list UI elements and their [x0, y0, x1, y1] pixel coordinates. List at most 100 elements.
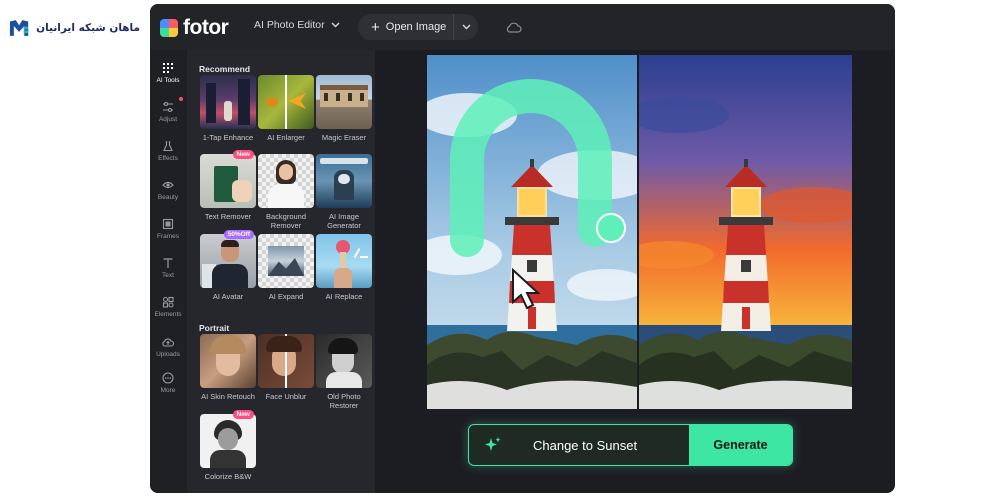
tile-label: Colorize B&W [204, 472, 252, 481]
editor-mode-dropdown[interactable]: AI Photo Editor [254, 19, 340, 31]
tool-tile-ai-replace[interactable]: AI Replace [316, 234, 372, 301]
tool-tile-ai-image-generator[interactable]: AI Image Generator [316, 154, 372, 230]
tile-label: Magic Eraser [321, 133, 367, 142]
tile-thumbnail [258, 234, 314, 288]
after-image [639, 55, 852, 409]
tool-tile-ai-enlarger[interactable]: AI Enlarger [258, 75, 314, 142]
tile-label: Background Remover [265, 212, 307, 230]
tile-thumbnail [316, 75, 372, 129]
frame-icon [162, 218, 174, 230]
tool-tile-colorize-bw[interactable]: New Colorize B&W [200, 410, 256, 481]
image-canvas[interactable] [427, 55, 852, 409]
rail-item-elements[interactable]: Elements [150, 288, 186, 326]
tool-tile-face-unblur[interactable]: Face Unblur [258, 334, 314, 401]
shapes-icon [162, 296, 174, 308]
tile-label: AI Enlarger [267, 133, 305, 142]
open-image-button-group: + Open Image [358, 14, 478, 40]
rail-label: Adjust [158, 116, 178, 123]
section-title-portrait: Portrait [199, 323, 230, 333]
tile-thumbnail [316, 154, 372, 208]
rail-item-uploads[interactable]: Uploads [150, 328, 186, 366]
tool-tile-magic-eraser[interactable]: Magic Eraser [316, 75, 372, 142]
tile-label: AI Image Generator [327, 212, 361, 230]
mahan-logo-icon [9, 20, 29, 36]
new-badge: New [232, 150, 254, 159]
sliders-icon [163, 101, 173, 113]
eye-icon [162, 181, 174, 189]
rail-label: Beauty [157, 194, 179, 201]
rail-label: More [160, 387, 176, 394]
tile-thumbnail [258, 154, 314, 208]
brand-logo[interactable]: fotor [160, 16, 229, 40]
rail-item-beauty[interactable]: Beauty [150, 171, 186, 209]
prompt-input[interactable]: Change to Sunset [517, 438, 689, 453]
tile-thumbnail [258, 334, 314, 388]
top-bar: fotor AI Photo Editor + Open Image [150, 4, 895, 50]
plus-icon: + [371, 18, 380, 36]
page: ماهان شبکه ایرانیان fotor AI Photo Edito… [0, 0, 1000, 500]
tool-tile-1-tap-enhance[interactable]: 1-Tap Enhance [200, 75, 256, 142]
text-icon [163, 258, 173, 268]
upload-icon [162, 338, 174, 347]
rail-item-adjust[interactable]: Adjust [150, 93, 186, 131]
tile-label: AI Replace [325, 292, 363, 301]
rail-label: Uploads [156, 351, 180, 358]
rail-label: Frames [156, 233, 180, 240]
rail-item-text[interactable]: Text [150, 249, 186, 287]
rail-item-more[interactable]: More [150, 364, 186, 402]
tile-label: AI Expand [268, 292, 304, 301]
watermark-text: ماهان شبکه ایرانیان [36, 22, 140, 34]
tile-label: Old Photo Restorer [327, 392, 361, 410]
app-window: fotor AI Photo Editor + Open Image AI To… [150, 4, 895, 493]
tile-label: Text Remover [204, 212, 252, 221]
brand-name: fotor [183, 16, 229, 39]
tile-label: 1-Tap Enhance [202, 133, 254, 142]
left-rail: AI Tools Adjust Effects Beauty Frames Te… [150, 50, 186, 493]
open-image-button[interactable]: + Open Image [358, 14, 454, 40]
tools-panel: Recommend 1-Tap Enhance AI Enlarger Magi… [187, 50, 375, 493]
tile-thumbnail [200, 414, 256, 468]
chevron-down-icon [462, 24, 470, 30]
rail-label: AI Tools [156, 77, 180, 84]
rail-item-effects[interactable]: Effects [150, 132, 186, 170]
open-image-dropdown[interactable] [454, 14, 478, 40]
new-badge: New [232, 410, 254, 419]
more-icon [162, 372, 174, 384]
tool-tile-ai-expand[interactable]: AI Expand [258, 234, 314, 301]
ai-prompt-bar: Change to Sunset Generate [468, 424, 793, 466]
open-image-label: Open Image [385, 21, 447, 33]
flask-icon [163, 141, 173, 152]
tool-tile-ai-skin-retouch[interactable]: AI Skin Retouch [200, 334, 256, 401]
tile-thumbnail [316, 334, 372, 388]
fotor-logo-icon [160, 19, 178, 37]
tile-label: Face Unblur [265, 392, 307, 401]
rail-label: Text [162, 272, 174, 279]
tile-label: AI Skin Retouch [201, 392, 255, 401]
tile-thumbnail [258, 75, 314, 129]
rail-item-ai-tools[interactable]: AI Tools [150, 54, 186, 92]
mouse-cursor-icon [512, 268, 541, 310]
editor-mode-label: AI Photo Editor [254, 19, 325, 31]
sparkle-icon [469, 425, 517, 465]
rail-label: Effects [158, 155, 178, 162]
tile-label: AI Avatar [212, 292, 244, 301]
tool-tile-background-remover[interactable]: Background Remover [258, 154, 314, 230]
grid-icon [163, 63, 173, 73]
before-image [427, 55, 637, 409]
tile-thumbnail [200, 234, 256, 288]
generate-button[interactable]: Generate [689, 425, 792, 465]
tool-tile-old-photo-restorer[interactable]: Old Photo Restorer [316, 334, 372, 410]
cloud-icon[interactable] [506, 21, 522, 33]
tool-tile-ai-avatar[interactable]: 50%Off AI Avatar [200, 230, 256, 301]
tool-tile-text-remover[interactable]: New Text Remover [200, 150, 256, 221]
tile-thumbnail [200, 334, 256, 388]
discount-badge: 50%Off [223, 230, 254, 239]
tile-thumbnail [200, 75, 256, 129]
rail-label: Elements [154, 311, 182, 318]
tile-thumbnail [200, 154, 256, 208]
chevron-down-icon [331, 22, 340, 28]
watermark: ماهان شبکه ایرانیان [8, 10, 140, 46]
tile-thumbnail [316, 234, 372, 288]
rail-item-frames[interactable]: Frames [150, 210, 186, 248]
section-title-recommend: Recommend [199, 64, 251, 74]
